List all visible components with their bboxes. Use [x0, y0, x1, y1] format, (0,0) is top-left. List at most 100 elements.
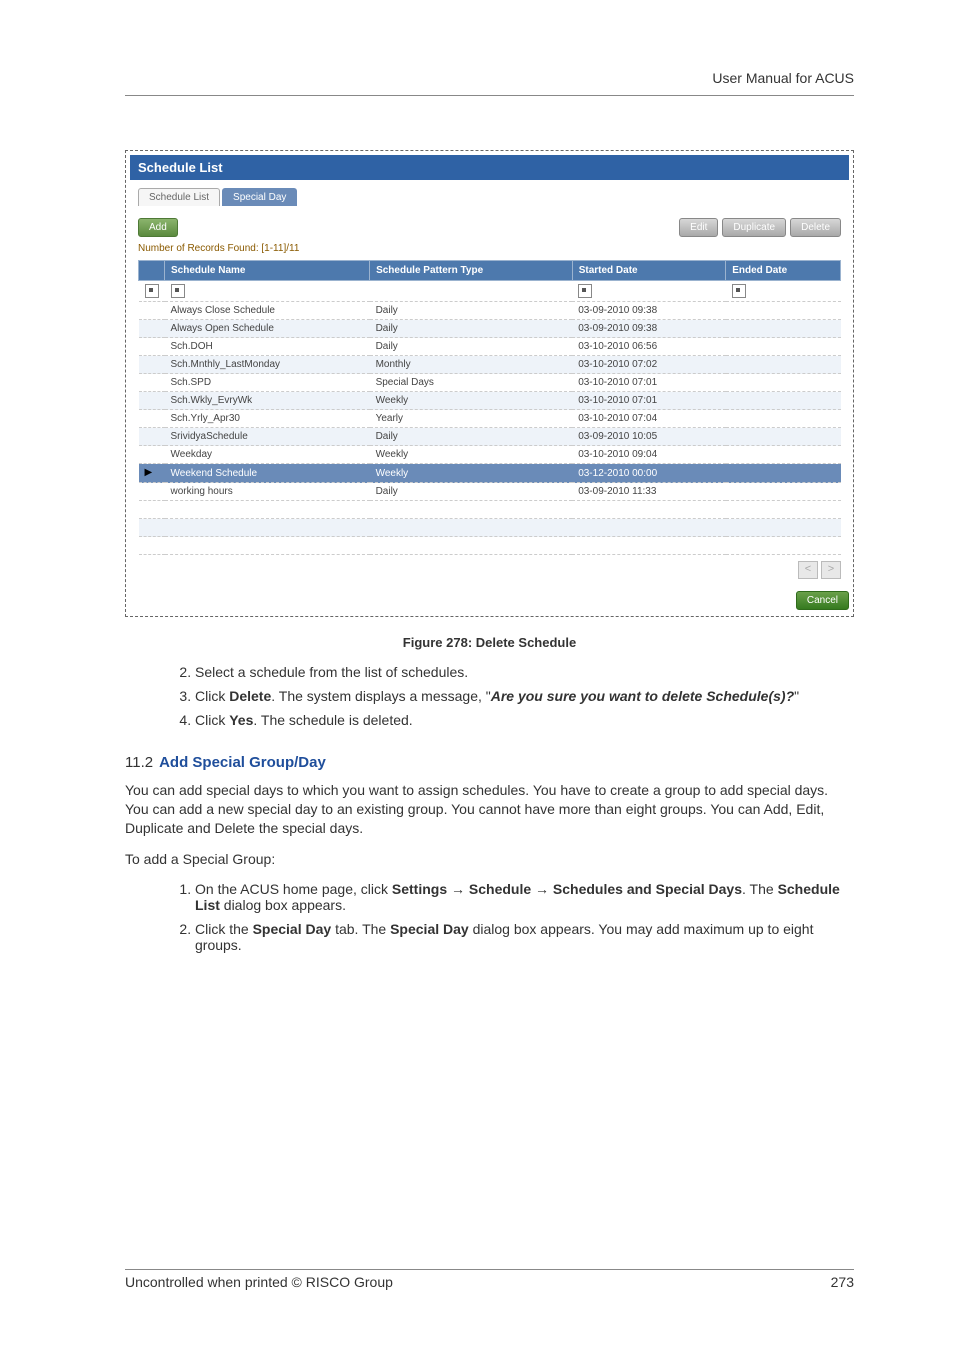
table-cell: 03-10-2010 07:04 [572, 410, 726, 428]
table-cell: Always Open Schedule [165, 320, 370, 338]
table-cell: SrividyaSchedule [165, 428, 370, 446]
table-cell: Daily [370, 428, 573, 446]
table-cell: 03-09-2010 11:33 [572, 483, 726, 501]
table-cell: Daily [370, 320, 573, 338]
table-cell: Sch.Wkly_EvryWk [165, 392, 370, 410]
table-row[interactable]: Always Close ScheduleDaily03-09-2010 09:… [139, 302, 841, 320]
delete-button[interactable]: Delete [790, 218, 841, 237]
filter-row [139, 281, 841, 302]
filter-name-icon[interactable] [171, 284, 185, 298]
section-heading: 11.2Add Special Group/Day [125, 754, 854, 771]
table-cell: Daily [370, 338, 573, 356]
schedule-table: Schedule Name Schedule Pattern Type Star… [138, 260, 841, 555]
table-row[interactable]: working hoursDaily03-09-2010 11:33 [139, 483, 841, 501]
table-row[interactable]: WeekdayWeekly03-10-2010 09:04 [139, 446, 841, 464]
filter-end-icon[interactable] [732, 284, 746, 298]
pager-prev[interactable]: < [798, 561, 818, 579]
list-item: Select a schedule from the list of sched… [195, 664, 854, 680]
table-cell [726, 483, 841, 501]
col-schedule-name[interactable]: Schedule Name [165, 261, 370, 281]
table-cell: 03-12-2010 00:00 [572, 464, 726, 483]
tab-special-day[interactable]: Special Day [222, 188, 297, 206]
table-cell: Weekday [165, 446, 370, 464]
table-row[interactable]: SrividyaScheduleDaily03-09-2010 10:05 [139, 428, 841, 446]
table-cell [726, 464, 841, 483]
list-item: On the ACUS home page, click Settings → … [195, 881, 854, 913]
table-header-row: Schedule Name Schedule Pattern Type Star… [139, 261, 841, 281]
table-cell: 03-09-2010 09:38 [572, 302, 726, 320]
table-row-empty [139, 519, 841, 537]
table-row[interactable]: Sch.Mnthly_LastMondayMonthly03-10-2010 0… [139, 356, 841, 374]
header-rule [125, 95, 854, 96]
step-list-a: Select a schedule from the list of sched… [125, 664, 854, 728]
window-title: Schedule List [130, 155, 849, 180]
table-row-empty [139, 537, 841, 555]
table-row[interactable]: ▶ Weekend ScheduleWeekly03-12-2010 00:00 [139, 464, 841, 483]
table-cell [726, 428, 841, 446]
list-item: Click Delete. The system displays a mess… [195, 688, 854, 704]
toolbar: Add Edit Duplicate Delete [138, 218, 841, 237]
row-selected-icon: ▶ [145, 467, 157, 479]
table-row[interactable]: Sch.Wkly_EvryWkWeekly03-10-2010 07:01 [139, 392, 841, 410]
table-cell [726, 410, 841, 428]
table-row[interactable]: Sch.Yrly_Apr30Yearly03-10-2010 07:04 [139, 410, 841, 428]
table-cell [726, 374, 841, 392]
table-cell: Sch.Mnthly_LastMonday [165, 356, 370, 374]
table-cell: Yearly [370, 410, 573, 428]
table-cell: Special Days [370, 374, 573, 392]
table-cell: Weekly [370, 446, 573, 464]
col-started-date[interactable]: Started Date [572, 261, 726, 281]
table-row-empty [139, 501, 841, 519]
tab-schedule-list[interactable]: Schedule List [138, 188, 220, 206]
list-item: Click the Special Day tab. The Special D… [195, 921, 854, 953]
list-item: Click Yes. The schedule is deleted. [195, 712, 854, 728]
table-cell [726, 302, 841, 320]
page-header: User Manual for ACUS [712, 70, 854, 86]
table-cell: Sch.SPD [165, 374, 370, 392]
table-cell: Always Close Schedule [165, 302, 370, 320]
table-row[interactable]: Sch.SPDSpecial Days03-10-2010 07:01 [139, 374, 841, 392]
pager-next[interactable]: > [821, 561, 841, 579]
table-row[interactable]: Sch.DOHDaily03-10-2010 06:56 [139, 338, 841, 356]
table-cell: Weekly [370, 392, 573, 410]
tab-bar: Schedule List Special Day [138, 188, 841, 206]
table-cell: Monthly [370, 356, 573, 374]
cancel-button[interactable]: Cancel [796, 591, 849, 610]
table-cell [726, 446, 841, 464]
table-cell [726, 392, 841, 410]
table-cell: 03-10-2010 07:01 [572, 374, 726, 392]
records-count: Number of Records Found: [1-11]/11 [138, 243, 841, 254]
table-cell: 03-10-2010 07:02 [572, 356, 726, 374]
footer-page-number: 273 [831, 1274, 854, 1290]
table-cell: 03-09-2010 10:05 [572, 428, 726, 446]
add-button[interactable]: Add [138, 218, 178, 237]
footer-left: Uncontrolled when printed © RISCO Group [125, 1274, 393, 1290]
table-cell [726, 320, 841, 338]
table-cell: Weekly [370, 464, 573, 483]
filter-start-icon[interactable] [578, 284, 592, 298]
schedule-list-screenshot: Schedule List Schedule List Special Day … [125, 150, 854, 617]
table-cell: Daily [370, 483, 573, 501]
paragraph: To add a Special Group: [125, 850, 854, 869]
step-list-b: On the ACUS home page, click Settings → … [125, 881, 854, 953]
col-pattern-type[interactable]: Schedule Pattern Type [370, 261, 573, 281]
table-cell: Daily [370, 302, 573, 320]
table-cell [726, 338, 841, 356]
duplicate-button[interactable]: Duplicate [722, 218, 786, 237]
page-footer: Uncontrolled when printed © RISCO Group … [125, 1269, 854, 1290]
paragraph: You can add special days to which you wa… [125, 781, 854, 838]
table-cell: 03-10-2010 07:01 [572, 392, 726, 410]
figure-caption: Figure 278: Delete Schedule [125, 635, 854, 650]
table-cell: working hours [165, 483, 370, 501]
table-cell: Sch.Yrly_Apr30 [165, 410, 370, 428]
table-cell [726, 356, 841, 374]
table-cell: 03-09-2010 09:38 [572, 320, 726, 338]
table-cell: 03-10-2010 09:04 [572, 446, 726, 464]
col-ended-date[interactable]: Ended Date [726, 261, 841, 281]
pager: < > [138, 555, 841, 579]
table-cell: 03-10-2010 06:56 [572, 338, 726, 356]
table-row[interactable]: Always Open ScheduleDaily03-09-2010 09:3… [139, 320, 841, 338]
table-cell: Weekend Schedule [165, 464, 370, 483]
edit-button[interactable]: Edit [679, 218, 718, 237]
filter-icon[interactable] [145, 284, 159, 298]
